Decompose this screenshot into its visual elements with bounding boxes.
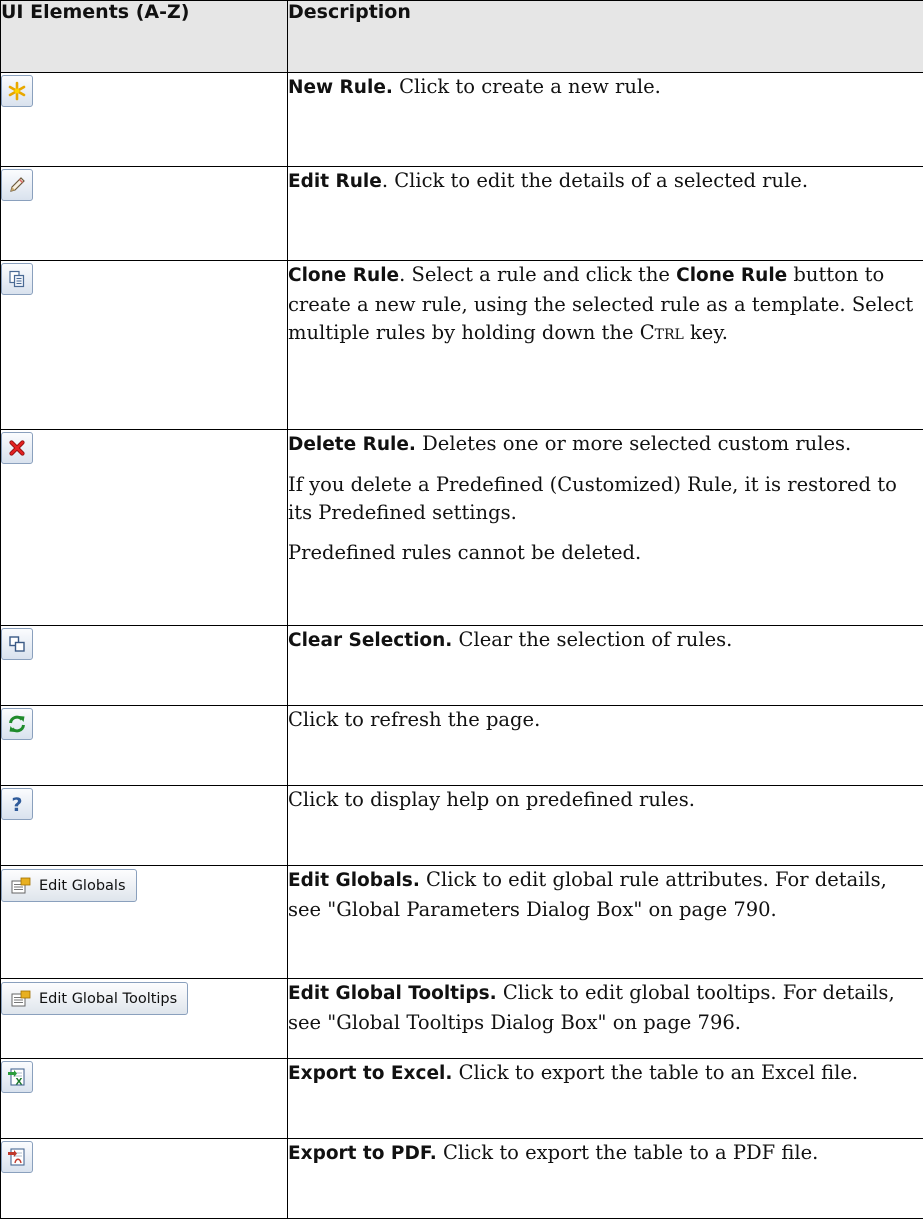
term-label: New Rule. <box>288 77 393 98</box>
description-text: Click to display help on predefined rule… <box>288 786 923 815</box>
edit-global-tooltips-icon <box>10 989 32 1009</box>
table-row: Clone Rule. Select a rule and click the … <box>1 261 923 430</box>
term-label: Export to Excel. <box>288 1063 452 1084</box>
clear-selection-icon[interactable] <box>1 628 33 660</box>
export-excel-icon[interactable]: X <box>1 1061 33 1093</box>
ui-elements-table: UI Elements (A-Z) Description New Rule. … <box>0 0 923 1219</box>
term-label: Clone Rule <box>288 265 399 286</box>
edit-rule-icon[interactable] <box>1 169 33 201</box>
description-text: Click to export the table to a PDF file. <box>437 1141 819 1164</box>
table-header-row: UI Elements (A-Z) Description <box>1 1 923 73</box>
clone-rule-icon[interactable] <box>1 263 33 295</box>
term-label: Edit Globals. <box>288 870 420 891</box>
description-paragraph: Predefined rules cannot be deleted. <box>288 539 923 568</box>
key-name: Ctrl <box>640 321 684 344</box>
description-text: Click to refresh the page. <box>288 706 923 735</box>
description-text: Click to export the table to an Excel fi… <box>452 1061 858 1084</box>
edit-global-tooltips-label: Edit Global Tooltips <box>39 991 177 1007</box>
term-label-inline: Clone Rule <box>676 265 787 286</box>
edit-globals-button[interactable]: Edit Globals <box>1 869 137 902</box>
description-text: Clear the selection of rules. <box>452 628 732 651</box>
term-label: Edit Global Tooltips. <box>288 983 497 1004</box>
description-text: . Select a rule and click the <box>399 263 676 286</box>
term-label: Export to PDF. <box>288 1143 437 1164</box>
table-row: Edit Global Tooltips Edit Global Tooltip… <box>1 979 923 1059</box>
table-row: X Export to Excel. Click to export the t… <box>1 1059 923 1139</box>
term-label: Edit Rule <box>288 171 382 192</box>
help-icon[interactable]: ? <box>1 788 33 820</box>
table-row: New Rule. Click to create a new rule. <box>1 73 923 167</box>
term-label: Clear Selection. <box>288 630 452 651</box>
description-text: key. <box>684 321 728 344</box>
header-description: Description <box>288 1 923 73</box>
table-row: ? Click to display help on predefined ru… <box>1 786 923 866</box>
term-label: Delete Rule. <box>288 434 416 455</box>
description-text: . Click to edit the details of a selecte… <box>382 169 808 192</box>
svg-text:X: X <box>16 1078 23 1088</box>
table-row: Edit Globals Edit Globals. Click to edit… <box>1 866 923 979</box>
description-text: Deletes one or more selected custom rule… <box>416 432 851 455</box>
table-row: Export to PDF. Click to export the table… <box>1 1139 923 1219</box>
header-ui-elements: UI Elements (A-Z) <box>1 1 288 73</box>
edit-globals-icon <box>10 876 32 896</box>
table-row: Click to refresh the page. <box>1 706 923 786</box>
edit-global-tooltips-button[interactable]: Edit Global Tooltips <box>1 982 188 1015</box>
description-paragraph: If you delete a Predefined (Customized) … <box>288 471 923 528</box>
edit-globals-label: Edit Globals <box>39 878 126 894</box>
description-text: Click to create a new rule. <box>393 75 661 98</box>
delete-rule-icon[interactable] <box>1 432 33 464</box>
table-row: Clear Selection. Clear the selection of … <box>1 626 923 706</box>
refresh-icon[interactable] <box>1 708 33 740</box>
table-row: Edit Rule. Click to edit the details of … <box>1 167 923 261</box>
svg-text:?: ? <box>11 794 22 815</box>
export-pdf-icon[interactable] <box>1 1141 33 1173</box>
table-row: Delete Rule. Deletes one or more selecte… <box>1 430 923 626</box>
new-rule-icon[interactable] <box>1 75 33 107</box>
